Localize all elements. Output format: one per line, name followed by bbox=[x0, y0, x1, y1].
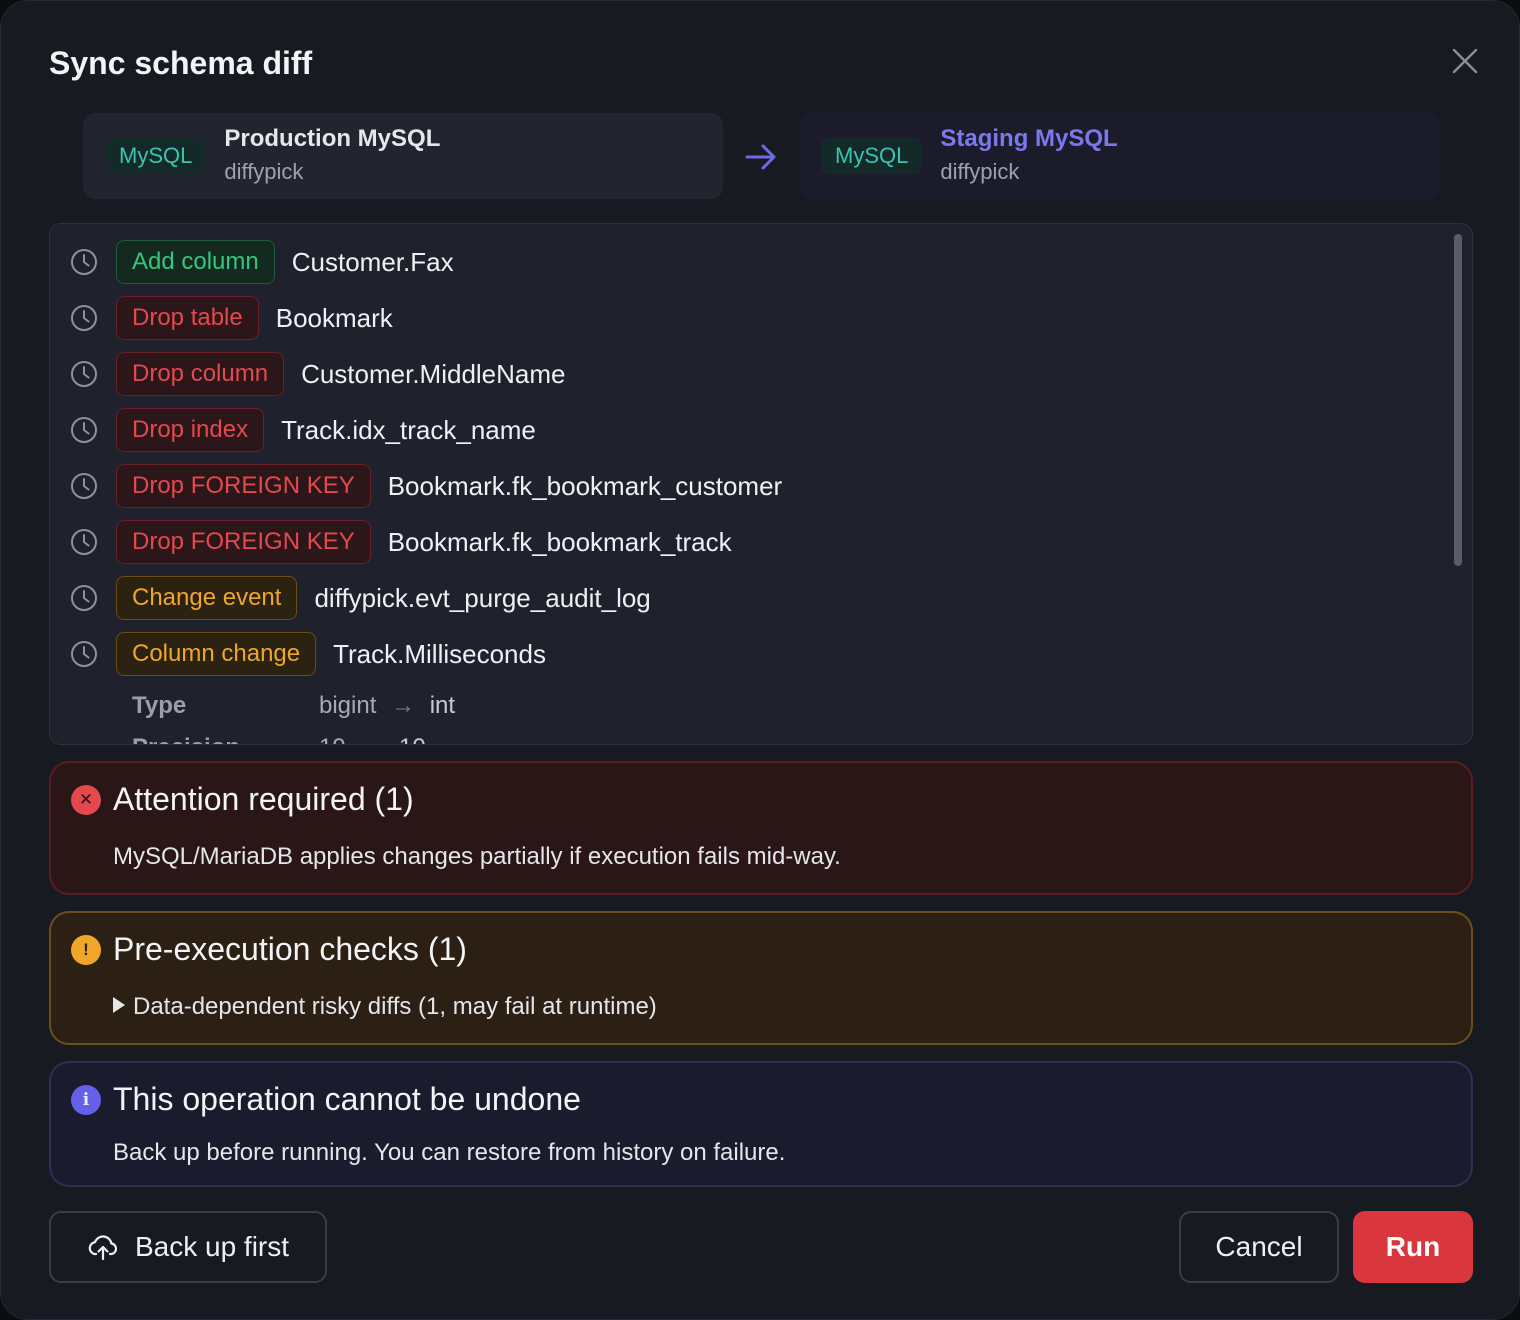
close-button[interactable] bbox=[1445, 41, 1485, 81]
diff-row[interactable]: Column change Track.Milliseconds bbox=[50, 632, 1430, 676]
notice-title: Pre-execution checks (1) bbox=[113, 931, 467, 967]
source-engine-badge: MySQL bbox=[105, 138, 207, 174]
source-connection-card: MySQL Production MySQL diffypick bbox=[83, 113, 723, 199]
diff-row[interactable]: Change event diffypick.evt_purge_audit_lo… bbox=[50, 576, 1430, 620]
diff-action-tag: Drop FOREIGN KEY bbox=[116, 520, 371, 564]
clock-icon bbox=[71, 361, 97, 387]
notice-body: MySQL/MariaDB applies changes partially … bbox=[113, 843, 841, 870]
arrow-right-icon bbox=[741, 137, 781, 177]
diff-object-name: Bookmark.fk_bookmark_track bbox=[387, 527, 732, 557]
caret-right-icon bbox=[113, 997, 125, 1013]
detail-to-value: 10 bbox=[399, 734, 426, 744]
risky-diffs-disclosure[interactable]: Data-dependent risky diffs (1, may fail … bbox=[113, 993, 657, 1021]
run-button[interactable]: Run bbox=[1353, 1211, 1473, 1283]
clock-icon bbox=[71, 585, 97, 611]
notice-body: Back up before running. You can restore … bbox=[113, 1139, 786, 1166]
diff-action-tag: Column change bbox=[116, 632, 317, 676]
diff-row[interactable]: Drop table Bookmark bbox=[50, 296, 1430, 340]
target-database-name: diffypick bbox=[940, 159, 1020, 184]
target-connection-card: MySQL Staging MySQL diffypick bbox=[799, 113, 1439, 199]
diff-object-name: Track.Milliseconds bbox=[333, 639, 546, 669]
scrollbar-thumb[interactable] bbox=[1454, 234, 1462, 566]
clock-icon bbox=[71, 641, 97, 667]
diff-row[interactable]: Drop column Customer.MiddleName bbox=[50, 352, 1430, 396]
detail-property: Precision bbox=[132, 734, 240, 744]
source-connection-name: Production MySQL bbox=[224, 125, 441, 152]
clock-icon bbox=[71, 305, 97, 331]
back-up-first-button[interactable]: Back up first bbox=[49, 1211, 327, 1283]
clock-icon bbox=[71, 249, 97, 275]
cancel-button[interactable]: Cancel bbox=[1179, 1211, 1339, 1283]
detail-from-value: 19 bbox=[319, 734, 346, 744]
diff-object-name: Track.idx_track_name bbox=[281, 415, 536, 445]
diff-action-tag: Drop FOREIGN KEY bbox=[116, 464, 371, 508]
target-engine-badge: MySQL bbox=[821, 138, 923, 174]
diff-object-name: Bookmark.fk_bookmark_customer bbox=[387, 471, 783, 501]
notice-title: Attention required (1) bbox=[113, 781, 414, 817]
notice-title: This operation cannot be undone bbox=[113, 1081, 581, 1117]
close-icon bbox=[1452, 48, 1478, 74]
diff-row[interactable]: Drop FOREIGN KEY Bookmark.fk_bookmark_tra… bbox=[50, 520, 1430, 564]
disclosure-label: Data-dependent risky diffs (1, may fail … bbox=[133, 993, 657, 1020]
diff-object-name: diffypick.evt_purge_audit_log bbox=[314, 583, 651, 613]
diff-action-tag: Change event bbox=[116, 576, 298, 620]
target-connection-name: Staging MySQL bbox=[940, 125, 1118, 152]
arrow-right-icon: → bbox=[360, 734, 384, 744]
attention-required-notice: ✕ Attention required (1) MySQL/MariaDB a… bbox=[49, 761, 1473, 895]
arrow-right-icon: → bbox=[391, 692, 416, 719]
warning-exclamation-icon: ! bbox=[71, 935, 101, 965]
error-x-icon: ✕ bbox=[71, 785, 101, 815]
diff-list-scrollbar[interactable] bbox=[1452, 230, 1462, 740]
detail-to-value: int bbox=[429, 692, 456, 719]
diff-action-tag: Drop column bbox=[116, 352, 285, 396]
clock-icon bbox=[71, 417, 97, 443]
clock-icon bbox=[71, 473, 97, 499]
source-database-name: diffypick bbox=[224, 159, 304, 184]
diff-object-name: Customer.Fax bbox=[291, 247, 454, 277]
clock-icon bbox=[71, 529, 97, 555]
cloud-upload-icon bbox=[88, 1235, 118, 1261]
info-icon: i bbox=[71, 1085, 101, 1115]
diff-action-tag: Drop index bbox=[116, 408, 265, 452]
diff-action-tag: Drop table bbox=[116, 296, 259, 340]
diff-row[interactable]: Drop index Track.idx_track_name bbox=[50, 408, 1430, 452]
diff-row[interactable]: Add column Customer.Fax bbox=[50, 240, 1430, 284]
dialog-title: Sync schema diff bbox=[49, 45, 313, 81]
pre-execution-checks-notice: ! Pre-execution checks (1) Data-dependen… bbox=[49, 911, 1473, 1045]
irreversible-operation-notice: i This operation cannot be undone Back u… bbox=[49, 1061, 1473, 1187]
diff-list[interactable]: Add column Customer.Fax Drop table Bookmark… bbox=[49, 223, 1473, 745]
sync-schema-diff-dialog: Sync schema diff MySQL Production MySQL … bbox=[0, 0, 1520, 1320]
detail-property: Type bbox=[132, 692, 187, 719]
diff-row[interactable]: Drop FOREIGN KEY Bookmark.fk_bookmark_cus… bbox=[50, 464, 1430, 508]
back-up-first-label: Back up first bbox=[134, 1231, 290, 1262]
diff-action-tag: Add column bbox=[116, 240, 275, 284]
detail-from-value: bigint bbox=[319, 692, 377, 719]
diff-object-name: Customer.MiddleName bbox=[301, 359, 566, 389]
diff-object-name: Bookmark bbox=[275, 303, 393, 333]
